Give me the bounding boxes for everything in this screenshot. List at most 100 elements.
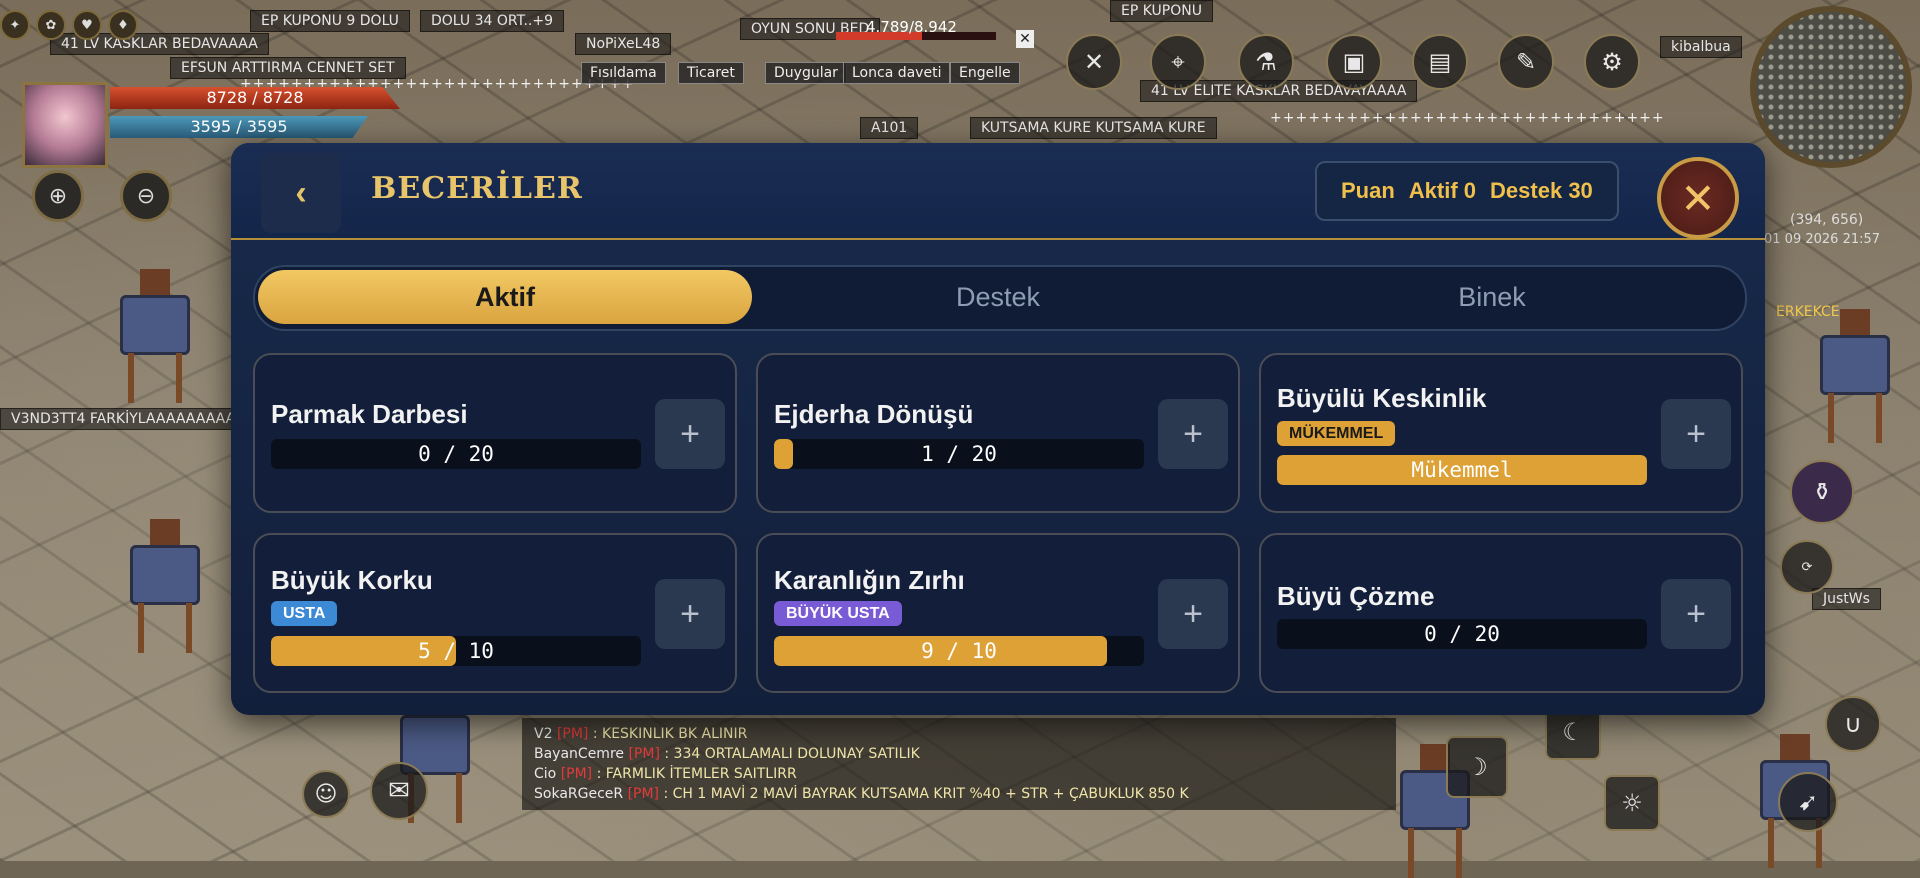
market-stall[interactable] (1820, 309, 1890, 443)
skill-grade-badge: BÜYÜK USTA (774, 601, 902, 626)
skill-slot-icon[interactable]: ☼ (1604, 775, 1660, 831)
skill-grade-badge: MÜKEMMEL (1277, 421, 1396, 446)
potion-icon[interactable]: ⚗ (1238, 34, 1294, 90)
buff-icons: ✦ ✿ ♥ ♦ (0, 10, 138, 40)
chat-message: : FARMLIK İTEMLER SAITLIRR (596, 766, 797, 782)
avatar[interactable] (22, 82, 108, 168)
tab-destek[interactable]: Destek (751, 270, 1245, 324)
upgrade-plus-button[interactable]: + (1158, 399, 1228, 469)
skill-progress-text: 0 / 20 (418, 442, 494, 466)
active-points: Aktif 0 (1408, 178, 1477, 203)
horse-mount-icon[interactable]: ∪ (1825, 696, 1881, 752)
upgrade-plus-button[interactable]: + (655, 579, 725, 649)
skills-panel: ‹ BECERİLER Puan Aktif 0 Destek 30 ✕ Akt… (231, 143, 1765, 715)
skill-card: Karanlığın Zırhı BÜYÜK USTA 9 / 10 + (756, 533, 1240, 693)
skill-name: Karanlığın Zırhı (774, 565, 965, 595)
target-hp: 4.789/8.942 (836, 18, 996, 40)
buff-icon[interactable]: ✿ (36, 10, 66, 40)
coordinates: (394, 656) (1790, 212, 1864, 228)
shop-tag[interactable]: kibalbua (1660, 36, 1742, 58)
skill-progress: 1 / 20 (774, 439, 1144, 469)
shop-tag[interactable]: JustWs (1812, 588, 1881, 610)
chat-message: : 334 ORTALAMALI DOLUNAY SATILIK (664, 746, 920, 762)
upgrade-plus-button[interactable]: + (1158, 579, 1228, 649)
mp-bar: 3595 / 3595 (110, 116, 368, 138)
market-stall[interactable] (130, 519, 200, 653)
zoom-out-icon[interactable]: ⊖ (120, 170, 172, 222)
whisper-button[interactable]: Fısıldama (581, 62, 666, 84)
datetime: 01 09 2026 21:57 (1764, 232, 1881, 247)
skill-name: Parmak Darbesi (271, 399, 468, 429)
close-target-icon[interactable]: ✕ (1016, 30, 1034, 48)
skill-progress: Mükemmel (1277, 455, 1647, 485)
skill-points: Puan Aktif 0 Destek 30 (1315, 161, 1619, 221)
close-button[interactable]: ✕ (1657, 157, 1739, 239)
chat-pm-tag: [PM] (627, 786, 660, 802)
skill-card: Büyük Korku USTA 5 / 10 + (253, 533, 737, 693)
pencil-icon[interactable]: ✎ (1498, 34, 1554, 90)
chat-log[interactable]: V2 [PM] : KESKINLIK BK ALINIR BayanCemre… (522, 718, 1396, 810)
auto-button[interactable]: ⟳ (1780, 540, 1834, 594)
attack-icon[interactable]: ➹ (1778, 772, 1838, 832)
chat-sender: V2 (534, 726, 553, 742)
inventory-bag-icon[interactable]: ▣ (1326, 34, 1382, 90)
shop-tag[interactable]: A101 (860, 117, 919, 139)
chat-line: V2 [PM] : KESKINLIK BK ALINIR (534, 724, 1384, 744)
chat-sender: SokaRGeceR (534, 786, 624, 802)
player-name[interactable]: NoPiXeL48 (575, 33, 672, 55)
zoom-in-icon[interactable]: ⊕ (32, 170, 84, 222)
settings-gear-icon[interactable]: ⚙ (1584, 34, 1640, 90)
back-button[interactable]: ‹ (261, 153, 341, 233)
block-button[interactable]: Engelle (950, 62, 1020, 84)
skill-card: Büyü Çözme 0 / 20 + (1259, 533, 1743, 693)
mp-potion-icon[interactable]: ♦ (108, 10, 138, 40)
shop-tag[interactable]: DOLU 34 ORT..+9 (420, 10, 565, 32)
chat-message: : KESKINLIK BK ALINIR (592, 726, 748, 742)
trade-button[interactable]: Ticaret (678, 62, 744, 84)
shop-tag[interactable]: EP KUPONU (1110, 0, 1213, 22)
mail-icon[interactable]: ✉ (370, 762, 428, 820)
purple-potion-icon[interactable]: ⚱ (1790, 460, 1854, 524)
emoji-icon[interactable]: ☺ (302, 770, 350, 818)
skill-name: Büyü Çözme (1277, 581, 1435, 611)
minimap[interactable] (1750, 6, 1912, 168)
skill-tabs: Aktif Destek Binek (253, 265, 1747, 331)
skill-progress-text: 9 / 10 (921, 639, 997, 663)
buff-icon[interactable]: ✦ (0, 10, 30, 40)
chat-line: SokaRGeceR [PM] : CH 1 MAVİ 2 MAVİ BAYRA… (534, 784, 1384, 804)
upgrade-plus-button[interactable]: + (655, 399, 725, 469)
skill-card: Büyülü Keskinlik MÜKEMMEL Mükemmel + (1259, 353, 1743, 513)
shop-tag[interactable]: EP KUPONU 9 DOLU (250, 10, 410, 32)
skill-progress: 0 / 20 (271, 439, 641, 469)
page-title: BECERİLER (371, 171, 583, 206)
skill-progress: 9 / 10 (774, 636, 1144, 666)
skill-slot-icon[interactable]: ☽ (1446, 736, 1508, 798)
skill-progress-text: 5 / 10 (418, 639, 494, 663)
shop-tag[interactable]: V3ND3TT4 FARKİYLAAAAAAAAAA (0, 408, 257, 430)
tab-aktif[interactable]: Aktif (258, 270, 752, 324)
skill-progress-text: Mükemmel (1411, 458, 1513, 482)
shop-tag[interactable]: KUTSAMA KURE KUTSAMA KURE (970, 117, 1217, 139)
market-stall[interactable] (120, 269, 190, 403)
player-name[interactable]: ERKEKCE (1776, 304, 1840, 320)
points-label: Puan (1341, 178, 1395, 203)
map-pin-icon[interactable]: ⌖ (1150, 34, 1206, 90)
upgrade-plus-button[interactable]: + (1661, 399, 1731, 469)
hp-potion-icon[interactable]: ♥ (72, 10, 102, 40)
target-hp-text: 4.789/8.942 (866, 18, 957, 36)
shop-ticker: +++++++++++++++++++++++++++++++ (1270, 110, 1665, 126)
close-icon[interactable]: ✕ (1066, 34, 1122, 90)
chat-pm-tag: [PM] (628, 746, 660, 762)
guild-invite-button[interactable]: Lonca daveti (843, 62, 951, 84)
chat-line: Cio [PM] : FARMLIK İTEMLER SAITLIRR (534, 764, 1384, 784)
skill-name: Büyülü Keskinlik (1277, 383, 1487, 413)
hp-bar: 8728 / 8728 (110, 87, 400, 109)
skill-progress-text: 1 / 20 (921, 442, 997, 466)
emotes-button[interactable]: Duygular (765, 62, 847, 84)
skill-progress: 5 / 10 (271, 636, 641, 666)
skill-card: Parmak Darbesi 0 / 20 + (253, 353, 737, 513)
book-icon[interactable]: ▤ (1412, 34, 1468, 90)
tab-binek[interactable]: Binek (1245, 270, 1739, 324)
chat-pm-tag: [PM] (560, 766, 593, 782)
upgrade-plus-button[interactable]: + (1661, 579, 1731, 649)
